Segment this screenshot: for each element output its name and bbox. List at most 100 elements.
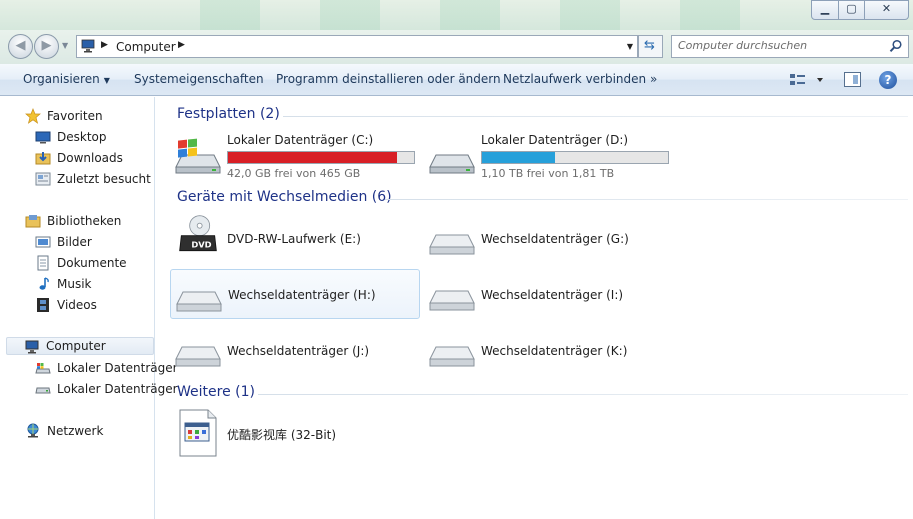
close-button[interactable]: ✕	[864, 0, 909, 20]
sidebar-item-label: Bibliotheken	[47, 214, 122, 228]
title-bar: ▁ ▢ ✕	[0, 0, 913, 30]
removable-drive-icon	[176, 291, 222, 312]
address-bar[interactable]: ▶ Computer ▶ ▼	[76, 35, 638, 58]
forward-arrow-icon: ▶	[41, 38, 52, 53]
forward-button[interactable]: ▶	[34, 34, 59, 59]
group-divider	[283, 116, 908, 117]
group-divider	[385, 199, 908, 200]
item-name: 优酷影视库 (32-Bit)	[227, 428, 337, 442]
drive-h[interactable]: Wechseldatenträger (H:)	[170, 269, 420, 319]
sidebar-item-label: Musik	[57, 277, 92, 291]
sidebar-item-label: Bilder	[57, 235, 92, 249]
hard-drive-icon	[35, 387, 51, 394]
search-icon[interactable]	[889, 39, 903, 53]
disk-usage-fill	[482, 152, 555, 163]
item-youku-library[interactable]: 优酷影视库 (32-Bit)	[170, 408, 420, 458]
drive-free-space: 42,0 GB frei von 465 GB	[227, 167, 361, 180]
chevron-down-icon: ▼	[103, 76, 110, 85]
drive-i[interactable]: Wechseldatenträger (I:)	[424, 269, 674, 319]
help-button[interactable]: ?	[879, 71, 897, 89]
disk-usage-bar	[227, 151, 415, 164]
sidebar-item-label: Computer	[46, 339, 106, 353]
drive-e[interactable]: DVD DVD-RW-Laufwerk (E:)	[170, 213, 420, 263]
film-icon	[37, 298, 49, 312]
sidebar-item-label: Desktop	[57, 130, 107, 144]
drive-name: Wechseldatenträger (J:)	[227, 344, 370, 358]
drive-name: DVD-RW-Laufwerk (E:)	[227, 232, 361, 246]
title-bar-background	[140, 0, 780, 30]
breadcrumb-separator-icon[interactable]: ▶	[101, 40, 108, 50]
search-box[interactable]	[671, 35, 909, 58]
drive-name: Wechseldatenträger (I:)	[481, 288, 624, 302]
group-header-hard-disks[interactable]: Festplatten (2)	[177, 106, 280, 122]
drive-k[interactable]: Wechseldatenträger (K:)	[424, 325, 674, 375]
sidebar-item-label: Netzwerk	[47, 424, 104, 438]
more-commands-button[interactable]: »	[650, 72, 657, 86]
breadcrumb-computer[interactable]: Computer	[116, 40, 176, 54]
drive-name: Wechseldatenträger (H:)	[228, 288, 376, 302]
system-properties-button[interactable]: Systemeigenschaften	[134, 72, 264, 86]
refresh-icon: ⇆	[644, 38, 655, 53]
search-input[interactable]	[678, 39, 878, 52]
computer-icon	[81, 39, 95, 53]
libraries-icon	[25, 215, 41, 228]
breadcrumb-separator-icon[interactable]: ▶	[178, 40, 185, 50]
sidebar-item-label: Zuletzt besucht	[57, 172, 151, 186]
maximize-button[interactable]: ▢	[838, 0, 865, 20]
music-note-icon	[39, 277, 49, 290]
minimize-icon: ▁	[820, 2, 830, 15]
drive-j[interactable]: Wechseldatenträger (J:)	[170, 325, 420, 375]
removable-drive-icon	[429, 290, 475, 311]
organize-button[interactable]: Organisieren ▼	[23, 72, 110, 86]
uninstall-program-button[interactable]: Programm deinstallieren oder ändern	[276, 72, 501, 86]
pictures-icon	[35, 236, 51, 248]
group-header-other[interactable]: Weitere (1)	[177, 384, 255, 400]
minimize-button[interactable]: ▁	[811, 0, 839, 20]
group-divider	[258, 394, 908, 395]
change-view-button[interactable]	[789, 72, 829, 88]
computer-icon	[25, 340, 39, 354]
network-icon	[27, 423, 39, 438]
downloads-folder-icon	[35, 152, 51, 165]
close-icon: ✕	[881, 2, 892, 15]
group-header-removable[interactable]: Geräte mit Wechselmedien (6)	[177, 189, 392, 205]
sidebar-item-label: Downloads	[57, 151, 123, 165]
removable-drive-icon	[429, 234, 475, 255]
navigation-pane: Favoriten Desktop Downloads Zuletzt besu…	[0, 97, 178, 519]
sidebar-item-computer[interactable]: Computer	[6, 337, 154, 355]
recent-places-icon	[35, 172, 51, 186]
sidebar-item-label: Dokumente	[57, 256, 127, 270]
drive-name: Lokaler Datenträger (C:)	[227, 133, 374, 147]
drive-g[interactable]: Wechseldatenträger (G:)	[424, 213, 674, 263]
content-pane: Festplatten (2) Lokaler Datenträger (C:)…	[156, 97, 913, 519]
recent-pages-dropdown[interactable]: ▼	[62, 41, 68, 50]
drive-free-space: 1,10 TB frei von 1,81 TB	[481, 167, 615, 180]
drive-d[interactable]: Lokaler Datenträger (D:) 1,10 TB frei vo…	[424, 127, 674, 180]
dvd-label-text: DVD	[191, 239, 211, 249]
drive-name: Wechseldatenträger (G:)	[481, 232, 629, 246]
sidebar-item-label: Videos	[57, 298, 97, 312]
drive-c[interactable]: Lokaler Datenträger (C:) 42,0 GB frei vo…	[170, 127, 420, 180]
drive-name: Lokaler Datenträger (D:)	[481, 133, 629, 147]
hard-drive-icon	[429, 154, 475, 174]
back-arrow-icon: ◀	[15, 38, 26, 53]
sidebar-item-label: Favoriten	[47, 109, 103, 123]
disk-usage-bar	[481, 151, 669, 164]
organize-label: Organisieren	[23, 72, 100, 86]
command-bar: Organisieren ▼ Systemeigenschaften Progra…	[0, 64, 913, 96]
address-dropdown-icon[interactable]: ▼	[627, 42, 633, 51]
removable-drive-icon	[175, 346, 221, 367]
windows-drive-icon	[35, 363, 51, 374]
back-button[interactable]: ◀	[8, 34, 33, 59]
maximize-icon: ▢	[846, 2, 857, 15]
desktop-icon	[35, 131, 51, 144]
star-icon	[25, 108, 41, 124]
refresh-button[interactable]: ⇆	[638, 35, 663, 58]
map-network-drive-button[interactable]: Netzlaufwerk verbinden	[503, 72, 646, 86]
drive-name: Wechseldatenträger (K:)	[481, 344, 628, 358]
application-file-icon	[179, 409, 217, 457]
disk-usage-fill	[228, 152, 398, 163]
documents-icon	[37, 255, 49, 271]
windows-drive-icon	[175, 138, 221, 174]
preview-pane-button[interactable]	[844, 72, 861, 87]
